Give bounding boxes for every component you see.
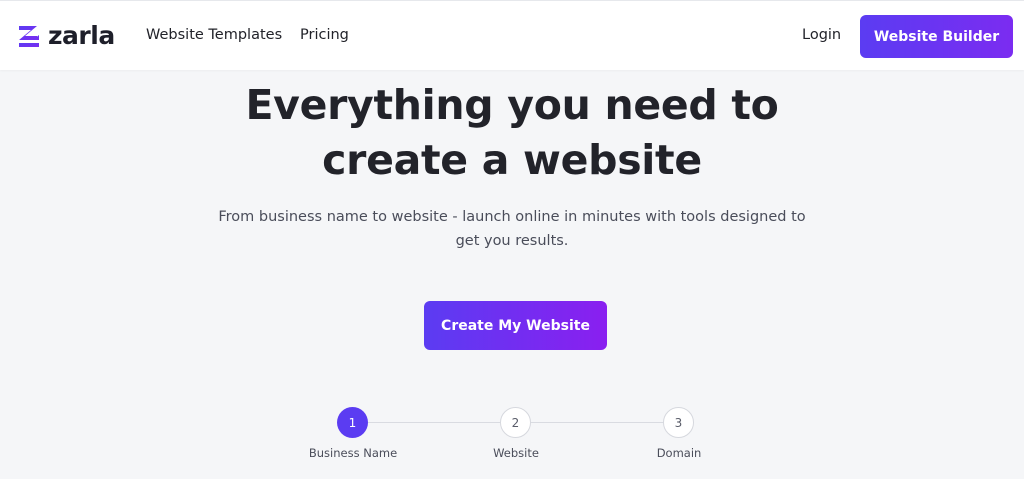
nav-pricing[interactable]: Pricing: [300, 25, 349, 45]
step-3-indicator: 3: [663, 407, 694, 438]
hero-subtitle: From business name to website - launch o…: [218, 209, 806, 249]
step-2-indicator: 2: [500, 407, 531, 438]
website-builder-button[interactable]: Website Builder: [860, 15, 1013, 58]
step-2-label: Website: [493, 446, 539, 460]
step-1-label: Business Name: [308, 446, 398, 460]
create-my-website-button[interactable]: Create My Website: [424, 301, 607, 350]
step-connector: [531, 422, 664, 423]
logo-link[interactable]: zarla: [16, 20, 115, 52]
hero-title: Everything you need to create a website: [0, 78, 1024, 188]
hero-title-line-1: Everything you need to: [245, 81, 779, 129]
nav-login[interactable]: Login: [802, 25, 841, 45]
step-1-indicator: 1: [337, 407, 368, 438]
logo-wordmark: zarla: [48, 21, 115, 50]
step-3-label: Domain: [656, 446, 702, 460]
zarla-logo-icon: [19, 26, 39, 47]
site-header: zarla Website Templates Pricing Login We…: [0, 1, 1024, 70]
nav-website-templates[interactable]: Website Templates: [146, 25, 282, 45]
hero-title-line-2: create a website: [322, 136, 702, 184]
step-connector: [368, 422, 500, 423]
